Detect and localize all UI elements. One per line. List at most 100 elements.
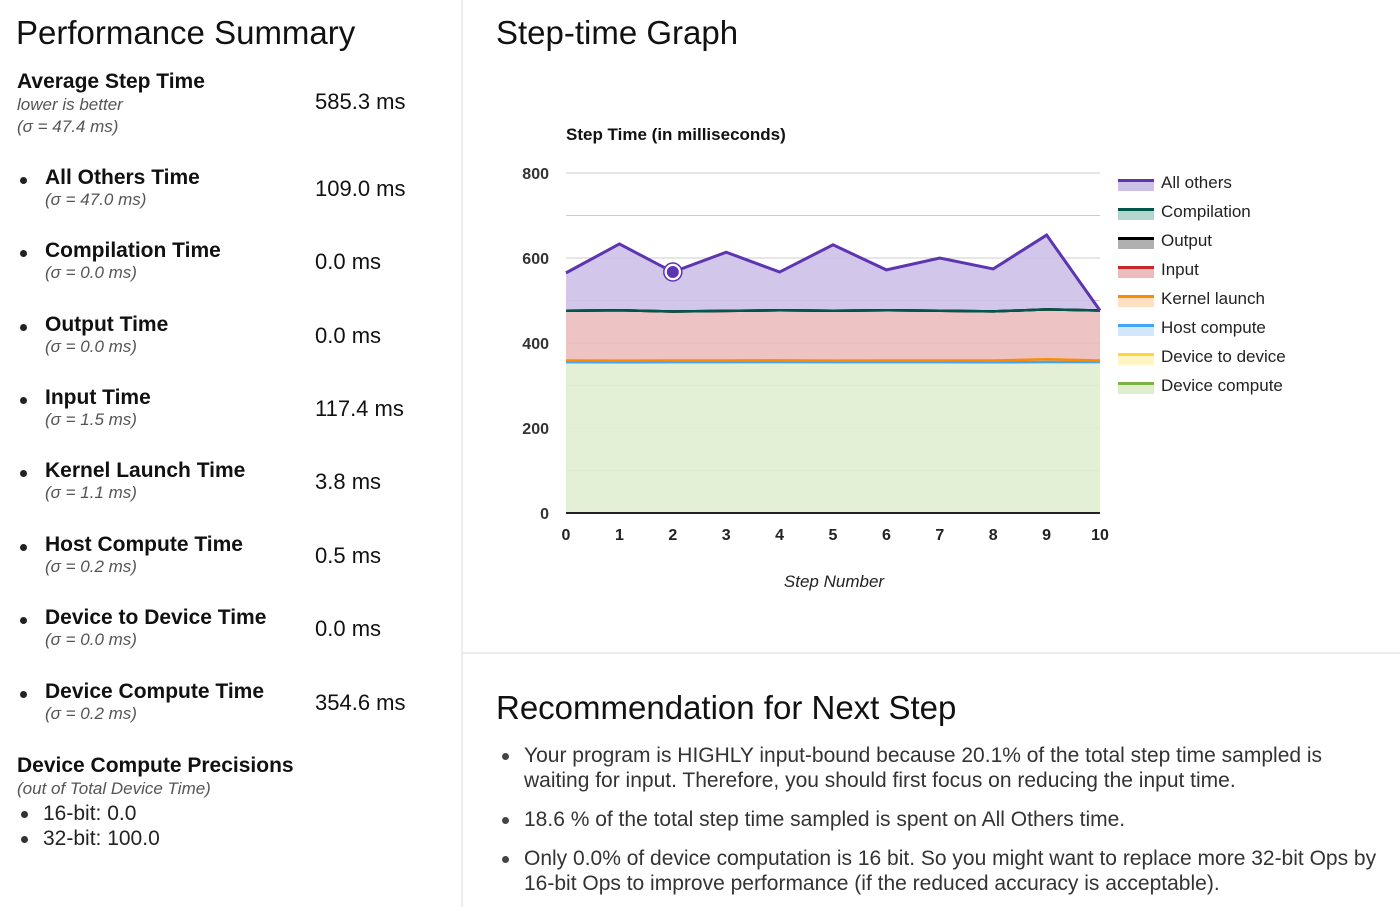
legend-swatch-line xyxy=(1118,266,1154,269)
step-time-graph-panel: Step-time Graph Step Time (in millisecon… xyxy=(463,0,1400,654)
legend-swatch-line xyxy=(1118,295,1154,298)
bullet-icon xyxy=(20,324,27,331)
legend-item-host-compute[interactable]: Host compute xyxy=(1118,318,1266,337)
metric-compilation: Compilation Time (σ = 0.0 ms) 0.0 ms xyxy=(0,238,460,298)
metric-label: Kernel Launch Time xyxy=(45,459,246,482)
legend-item-compilation[interactable]: Compilation xyxy=(1118,202,1251,221)
x-tick-label: 7 xyxy=(935,527,944,544)
legend-swatch-fill xyxy=(1118,211,1154,220)
metric-value: 0.0 ms xyxy=(315,323,382,348)
metric-label: Host Compute Time xyxy=(45,533,243,556)
legend-label: All others xyxy=(1161,173,1232,192)
area-all-others xyxy=(566,235,1100,312)
metric-sigma: (σ = 47.0 ms) xyxy=(45,190,147,209)
legend-label: Kernel launch xyxy=(1161,289,1265,308)
legend-item-all-others[interactable]: All others xyxy=(1118,173,1232,192)
y-tick-label: 0 xyxy=(540,506,549,523)
bullet-icon xyxy=(20,397,27,404)
legend-swatch-fill xyxy=(1118,385,1154,394)
average-step-time: Average Step Time lower is better (σ = 4… xyxy=(17,69,205,138)
chart-title: Step Time (in milliseconds) xyxy=(566,125,786,144)
x-axis-label: Step Number xyxy=(784,572,885,591)
metric-sigma: (σ = 1.1 ms) xyxy=(45,483,137,502)
highlighted-point[interactable] xyxy=(666,266,679,279)
metric-value: 0.0 ms xyxy=(315,249,382,274)
legend-swatch-fill xyxy=(1118,182,1154,191)
average-step-time-note: lower is better xyxy=(17,95,123,114)
metric-sigma: (σ = 0.0 ms) xyxy=(45,263,137,282)
legend-swatch-line xyxy=(1118,353,1154,356)
x-tick-label: 0 xyxy=(562,527,571,544)
x-tick-label: 6 xyxy=(882,527,891,544)
legend-swatch-fill xyxy=(1118,298,1154,307)
legend-swatch-line xyxy=(1118,179,1154,182)
bullet-icon xyxy=(20,250,27,257)
recommendation-item: 18.6 % of the total step time sampled is… xyxy=(500,807,1390,832)
average-step-time-sigma: (σ = 47.4 ms) xyxy=(17,117,119,136)
recommendation-list: Your program is HIGHLY input-bound becau… xyxy=(500,743,1390,907)
metric-device-to-device: Device to Device Time (σ = 0.0 ms) 0.0 m… xyxy=(0,605,460,665)
x-tick-label: 8 xyxy=(989,527,998,544)
metric-kernel-launch: Kernel Launch Time (σ = 1.1 ms) 3.8 ms xyxy=(0,458,460,518)
metric-label: All Others Time xyxy=(45,166,200,189)
x-tick-label: 9 xyxy=(1042,527,1051,544)
metric-value: 3.8 ms xyxy=(315,469,382,494)
metric-value: 0.0 ms xyxy=(315,616,382,641)
precision-16bit: 16-bit: 0.0 xyxy=(17,801,294,826)
x-tick-label: 10 xyxy=(1091,527,1109,544)
y-tick-label: 600 xyxy=(522,251,549,268)
device-compute-precisions: Device Compute Precisions (out of Total … xyxy=(17,753,294,851)
recommendation-item: Your program is HIGHLY input-bound becau… xyxy=(500,743,1390,793)
metric-label: Device to Device Time xyxy=(45,606,267,629)
area-device-compute xyxy=(566,362,1100,513)
metric-sigma: (σ = 0.0 ms) xyxy=(45,337,137,356)
line-kernel-launch xyxy=(565,358,1101,362)
recommendation-title: Recommendation for Next Step xyxy=(496,689,957,726)
metric-input: Input Time (σ = 1.5 ms) 117.4 ms xyxy=(0,385,460,445)
legend-swatch-fill xyxy=(1118,356,1154,365)
legend-swatch-fill xyxy=(1118,327,1154,336)
recommendation-item: Only 0.0% of device computation is 16 bi… xyxy=(500,846,1390,896)
legend-swatch-line xyxy=(1118,208,1154,211)
y-tick-label: 800 xyxy=(522,166,549,183)
x-tick-label: 2 xyxy=(668,527,677,544)
precisions-list: 16-bit: 0.0 32-bit: 100.0 xyxy=(17,801,294,851)
x-tick-label: 3 xyxy=(722,527,731,544)
legend-item-output[interactable]: Output xyxy=(1118,231,1212,250)
bullet-icon xyxy=(20,691,27,698)
legend-swatch-fill xyxy=(1118,240,1154,249)
metric-label: Device Compute Time xyxy=(45,680,265,703)
metric-device-compute: Device Compute Time (σ = 0.2 ms) 354.6 m… xyxy=(0,679,460,739)
metric-label: Input Time xyxy=(45,386,151,409)
legend-label: Input xyxy=(1161,260,1199,279)
legend-swatch-line xyxy=(1118,382,1154,385)
legend-item-device-compute[interactable]: Device compute xyxy=(1118,376,1283,395)
area-input xyxy=(566,309,1100,361)
performance-summary-panel: Performance Summary Average Step Time lo… xyxy=(0,0,463,907)
metric-label: Output Time xyxy=(45,313,169,336)
metric-value: 117.4 ms xyxy=(315,396,404,421)
metric-value: 0.5 ms xyxy=(315,543,382,568)
legend-item-device-to-device[interactable]: Device to device xyxy=(1118,347,1286,366)
legend-item-input[interactable]: Input xyxy=(1118,260,1199,279)
legend-swatch-line xyxy=(1118,237,1154,240)
average-step-time-value: 585.3 ms xyxy=(315,89,406,114)
legend-label: Output xyxy=(1161,231,1212,250)
step-time-chart[interactable]: Step Time (in milliseconds) 020040060080… xyxy=(463,0,1400,654)
bullet-icon xyxy=(20,470,27,477)
legend-label: Device to device xyxy=(1161,347,1286,366)
metric-sigma: (σ = 0.2 ms) xyxy=(45,557,137,576)
precisions-note: (out of Total Device Time) xyxy=(17,779,211,798)
metric-value: 109.0 ms xyxy=(315,176,406,201)
recommendation-panel: Recommendation for Next Step Your progra… xyxy=(463,656,1400,907)
precision-32bit: 32-bit: 100.0 xyxy=(17,826,294,851)
metric-sigma: (σ = 0.0 ms) xyxy=(45,630,137,649)
legend-item-kernel-launch[interactable]: Kernel launch xyxy=(1118,289,1265,308)
metric-output: Output Time (σ = 0.0 ms) 0.0 ms xyxy=(0,312,460,372)
precisions-label: Device Compute Precisions xyxy=(17,754,294,777)
metric-value: 354.6 ms xyxy=(315,690,406,715)
metric-sigma: (σ = 1.5 ms) xyxy=(45,410,137,429)
x-tick-label: 5 xyxy=(829,527,838,544)
legend-label: Compilation xyxy=(1161,202,1251,221)
legend-swatch-fill xyxy=(1118,269,1154,278)
